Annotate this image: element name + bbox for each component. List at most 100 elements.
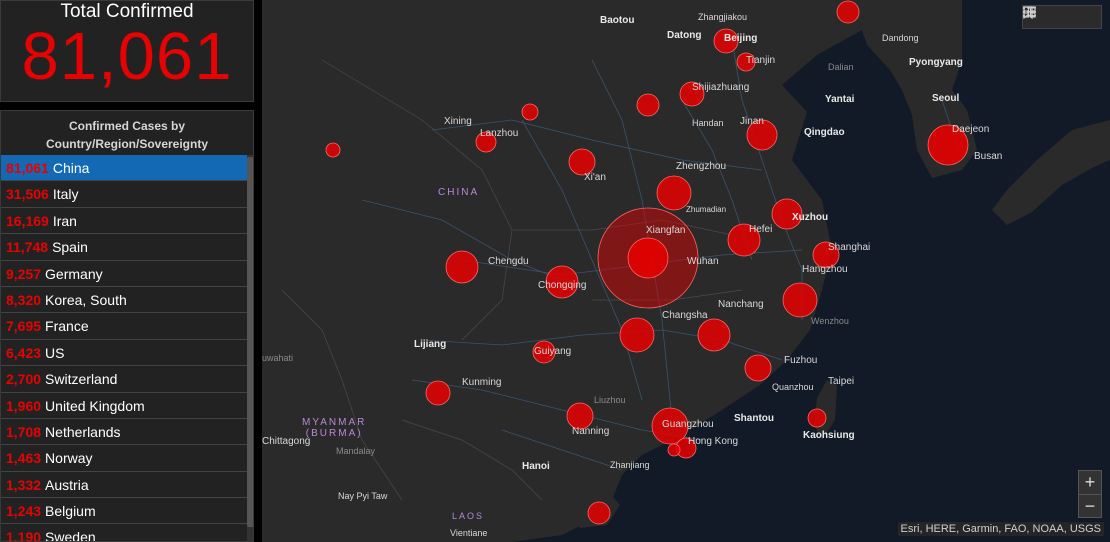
- case-count: 1,708: [6, 423, 42, 440]
- list-header: Confirmed Cases by Country/Region/Sovere…: [1, 117, 253, 153]
- case-count: 1,332: [6, 476, 42, 493]
- label-quanzhou: Quanzhou: [772, 382, 814, 392]
- label-shanghai: Shanghai: [828, 242, 871, 253]
- legend-list-icon[interactable]: [1023, 6, 1075, 28]
- label-zhumadian: Zhumadian: [686, 205, 727, 214]
- label-yantai: Yantai: [825, 94, 855, 105]
- case-bubble-sichuan: [445, 250, 479, 284]
- case-bubble-macau: [667, 443, 681, 457]
- case-bubble-hunan: [619, 317, 655, 353]
- case-count: 1,960: [6, 397, 42, 414]
- label-hongkong: Hong Kong: [688, 436, 739, 447]
- list-scrollbar[interactable]: [247, 155, 253, 541]
- case-count: 9,257: [6, 265, 42, 282]
- list-scroll-thumb[interactable]: [247, 157, 253, 527]
- label-vientiane: Vientiane: [450, 528, 488, 538]
- case-bubble-shanxi: [636, 93, 660, 117]
- label-wenzhou: Wenzhou: [811, 316, 849, 326]
- label-guangzhou: Guangzhou: [662, 419, 714, 430]
- label-chittagong: Chittagong: [262, 436, 311, 447]
- zoom-in-button[interactable]: +: [1079, 471, 1101, 494]
- country-name: Belgium: [45, 503, 96, 520]
- basemap: [262, 0, 1110, 542]
- label-beijing: Beijing: [724, 33, 758, 44]
- label-wuhan: Wuhan: [687, 256, 719, 267]
- case-count: 1,190: [6, 529, 42, 542]
- label-tianjin: Tianjin: [746, 55, 776, 66]
- country-name: Norway: [45, 450, 93, 467]
- list-item[interactable]: 1,190 Sweden: [1, 524, 249, 542]
- label-kaohsiung: Kaohsiung: [803, 430, 855, 441]
- label-myanmar: MYANMAR (BURMA): [302, 417, 366, 439]
- label-shijiazhuang: Shijiazhuang: [692, 82, 750, 93]
- case-bubble-yunnan: [425, 380, 451, 406]
- label-chengdu: Chengdu: [488, 256, 529, 267]
- zoom-out-button[interactable]: −: [1079, 494, 1101, 517]
- list-item[interactable]: 81,061 China: [1, 155, 249, 182]
- basemap-gallery-icon[interactable]: [1023, 6, 1101, 28]
- list-item[interactable]: 16,169 Iran: [1, 208, 249, 235]
- label-seoul: Seoul: [932, 93, 960, 104]
- list-item[interactable]: 8,320 Korea, South: [1, 287, 249, 314]
- case-count: 1,463: [6, 450, 42, 467]
- label-taipei: Taipei: [828, 376, 855, 387]
- label-zhengzhou: Zhengzhou: [676, 161, 727, 172]
- case-bubble-zhejiang: [782, 282, 818, 318]
- country-name: France: [45, 318, 89, 335]
- list-item[interactable]: 6,423 US: [1, 340, 249, 367]
- label-nanning: Nanning: [572, 426, 610, 437]
- case-count: 11,748: [6, 239, 49, 256]
- case-bubble-taiwan: [807, 408, 827, 428]
- zoom-controls: + −: [1078, 470, 1102, 518]
- label-zhangjiakou: Zhangjiakou: [698, 12, 748, 22]
- label-guiyang: Guiyang: [534, 346, 572, 357]
- label-daejeon: Daejeon: [952, 124, 990, 135]
- label-liuzhou: Liuzhou: [594, 395, 626, 405]
- list-item[interactable]: 31,506 Italy: [1, 181, 249, 208]
- map-view[interactable]: Baotou Zhangjiakou Datong Beijing Tianji…: [262, 0, 1110, 542]
- country-name: United Kingdom: [45, 397, 145, 414]
- label-lijiang: Lijiang: [414, 339, 447, 350]
- case-bubble-fujian: [744, 354, 772, 382]
- case-count: 8,320: [6, 291, 42, 308]
- label-hefei: Hefei: [749, 224, 773, 235]
- label-dandong: Dandong: [882, 33, 919, 43]
- list-header-line1: Confirmed Cases by: [68, 119, 186, 133]
- country-name: Spain: [52, 239, 88, 256]
- case-count: 1,243: [6, 503, 42, 520]
- label-lanzhou: Lanzhou: [480, 128, 519, 139]
- list-item[interactable]: 11,748 Spain: [1, 234, 249, 261]
- case-count: 16,169: [6, 212, 49, 229]
- label-china: CHINA: [438, 187, 480, 198]
- label-datong: Datong: [667, 30, 702, 41]
- country-name: Korea, South: [45, 291, 127, 308]
- list-item[interactable]: 1,960 United Kingdom: [1, 393, 249, 419]
- label-pyongyang: Pyongyang: [909, 57, 963, 68]
- label-shantou: Shantou: [734, 413, 774, 424]
- label-nanchang: Nanchang: [718, 299, 764, 310]
- map-attribution[interactable]: Esri, HERE, Garmin, FAO, NOAA, USGS: [897, 522, 1104, 536]
- label-laos: LAOS: [452, 511, 485, 521]
- label-xuzhou: Xuzhou: [792, 212, 829, 223]
- label-xiangfan: Xiangfan: [646, 225, 686, 236]
- list-item[interactable]: 1,332 Austria: [1, 472, 249, 499]
- list-item[interactable]: 9,257 Germany: [1, 261, 249, 287]
- list-item[interactable]: 1,243 Belgium: [1, 498, 249, 525]
- case-bubble-qinghai: [325, 142, 341, 158]
- case-bubble-ningxia: [521, 103, 539, 121]
- country-name: China: [52, 160, 90, 176]
- label-jinan: Jinan: [740, 116, 764, 127]
- label-naypyitaw: Nay Pyi Taw: [338, 491, 388, 501]
- label-hanoi: Hanoi: [522, 461, 550, 472]
- country-name: Austria: [45, 476, 89, 493]
- list-item[interactable]: 1,463 Norway: [1, 445, 249, 472]
- case-bubble-hubei-inner: [627, 237, 669, 279]
- case-count: 2,700: [6, 371, 42, 388]
- list-item[interactable]: 7,695 France: [1, 313, 249, 340]
- label-myanmar-name: MYANMAR: [302, 417, 367, 428]
- label-handan: Handan: [692, 118, 724, 128]
- label-chongqing: Chongqing: [538, 280, 587, 291]
- list-item[interactable]: 2,700 Switzerland: [1, 366, 249, 393]
- list-item[interactable]: 1,708 Netherlands: [1, 419, 249, 446]
- map-toolbar: [1022, 5, 1102, 29]
